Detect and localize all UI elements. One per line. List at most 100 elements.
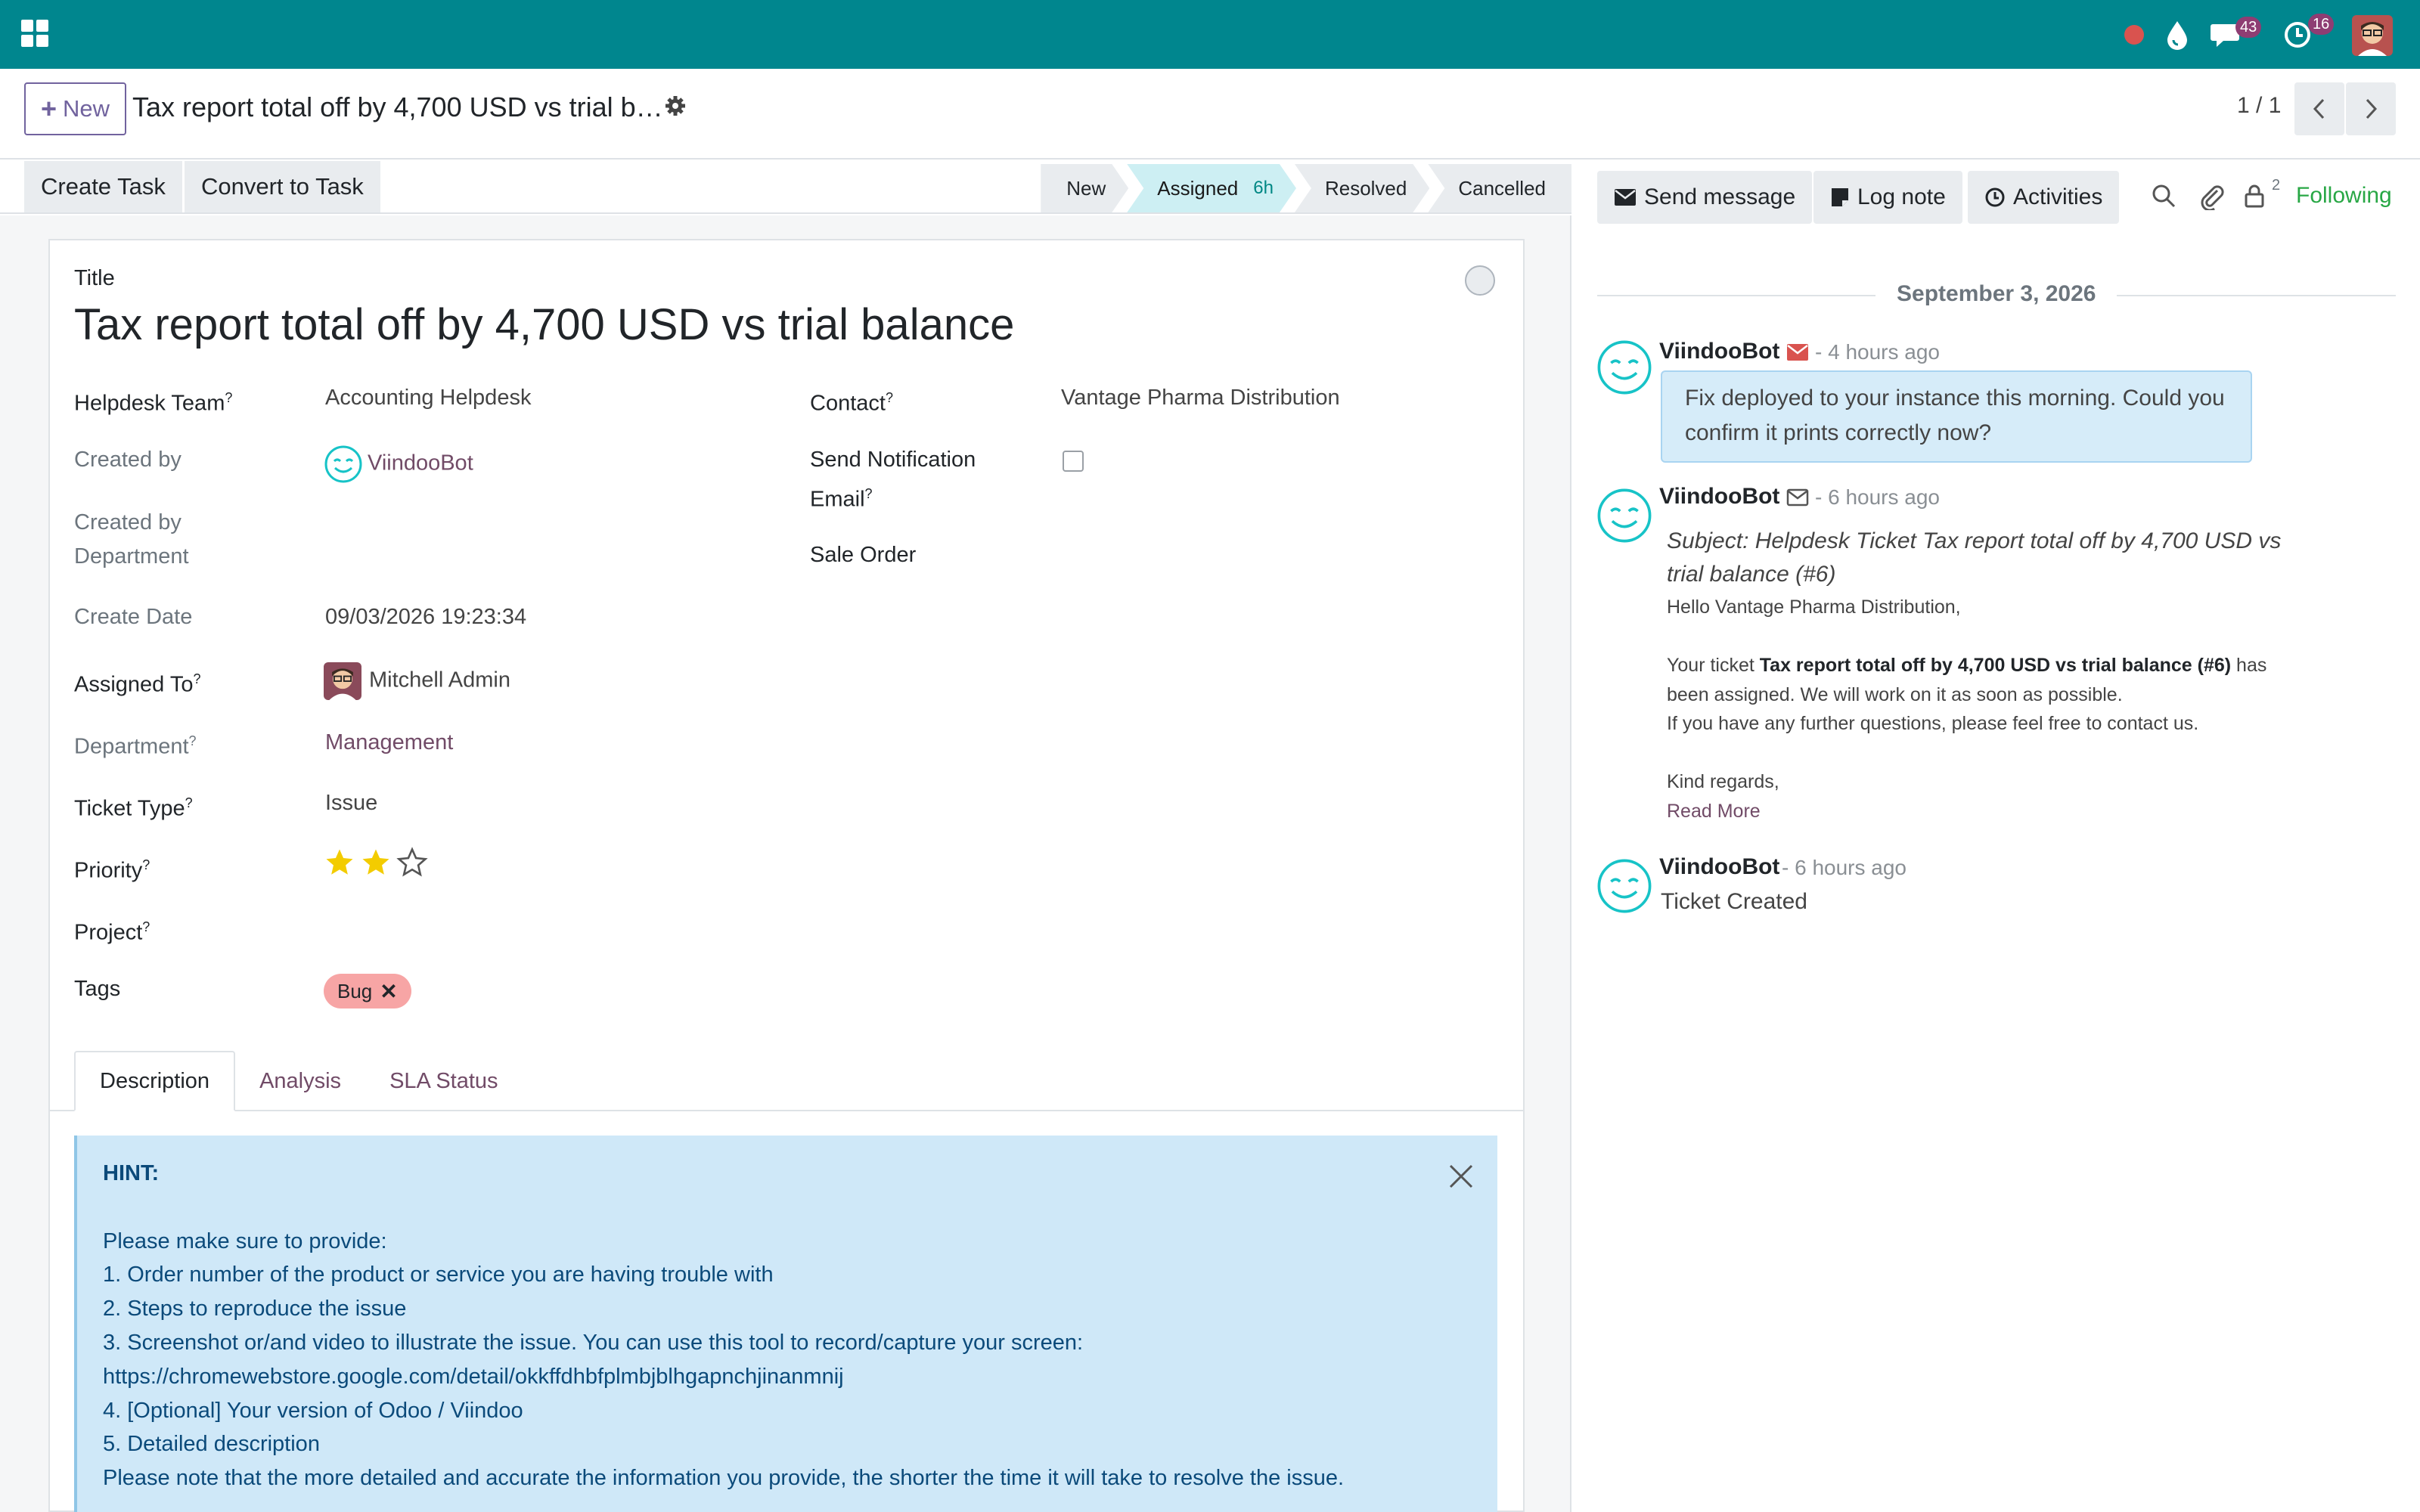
label-text: Department: [74, 734, 189, 759]
label-line: Created by: [74, 510, 182, 534]
tags-label: Tags: [74, 977, 121, 1001]
message-bubble: Fix deployed to your instance this morni…: [1661, 370, 2252, 463]
close-icon[interactable]: [1446, 1161, 1476, 1191]
plus-icon: +: [41, 93, 57, 124]
mail-line: been assigned. We will work on it as soo…: [1667, 683, 2123, 705]
stage-label: New: [1066, 176, 1106, 200]
chat-count-badge: 43: [2235, 17, 2262, 38]
department-label: Department?: [74, 724, 197, 764]
mail-line: Hello Vantage Pharma Distribution,: [1667, 596, 1961, 618]
help-tooltip-mark[interactable]: ?: [142, 919, 150, 934]
new-button-label: New: [63, 95, 110, 122]
contact-label: Contact?: [810, 381, 893, 421]
viindoobot-avatar-icon[interactable]: [1596, 339, 1653, 396]
viindoobot-avatar-icon: [324, 445, 362, 483]
clock-icon: [1985, 187, 2005, 207]
hint-box[interactable]: HINT: Please make sure to provide: 1. Or…: [74, 1136, 1497, 1512]
send-message-button[interactable]: Send message: [1597, 171, 1813, 224]
priority-stars[interactable]: [324, 847, 428, 878]
mail-body: Hello Vantage Pharma Distribution, Your …: [1667, 593, 2272, 826]
send-notification-checkbox[interactable]: [1063, 451, 1084, 472]
help-tooltip-mark[interactable]: ?: [189, 733, 197, 748]
followers-count: 2: [2272, 177, 2281, 194]
apps-menu-icon[interactable]: [21, 20, 48, 47]
star-empty-icon[interactable]: [396, 847, 428, 878]
hint-title: HINT:: [103, 1161, 160, 1185]
pager-next-button[interactable]: [2346, 82, 2396, 135]
assigned-to-name: Mitchell Admin: [369, 668, 510, 692]
stage-duration: 6h: [1253, 178, 1274, 198]
assigned-to-field[interactable]: Mitchell Admin: [324, 662, 510, 700]
stage-resolved[interactable]: Resolved: [1295, 164, 1429, 212]
ticket-type-label: Ticket Type?: [74, 786, 193, 826]
read-more-link[interactable]: Read More: [1667, 797, 2272, 826]
activities-menu[interactable]: 16: [2282, 14, 2343, 53]
mail-subject: Subject: Helpdesk Ticket Tax report tota…: [1667, 525, 2317, 591]
send-message-label: Send message: [1644, 184, 1796, 209]
log-note-label: Log note: [1857, 184, 1946, 209]
search-icon[interactable]: [2151, 183, 2176, 209]
help-tooltip-mark[interactable]: ?: [865, 486, 873, 501]
envelope-icon: [1615, 189, 1636, 206]
viindoobot-avatar-icon[interactable]: [1596, 487, 1653, 544]
help-tooltip-mark[interactable]: ?: [886, 390, 893, 405]
ticket-title-field[interactable]: Tax report total off by 4,700 USD vs tri…: [74, 299, 1014, 350]
hint-line: 4. [Optional] Your version of Odoo / Vii…: [103, 1398, 523, 1423]
pager-value[interactable]: 1 / 1: [2237, 93, 2281, 119]
tab-analysis[interactable]: Analysis: [235, 1051, 365, 1111]
star-filled-icon[interactable]: [360, 847, 392, 878]
help-tooltip-mark[interactable]: ?: [225, 390, 232, 405]
help-tooltip-mark[interactable]: ?: [193, 671, 200, 686]
message-author[interactable]: ViindooBot: [1659, 339, 1779, 364]
tag-remove-icon[interactable]: ✕: [380, 979, 397, 1004]
messages-menu[interactable]: 43: [2210, 17, 2270, 54]
drop-icon[interactable]: [2164, 18, 2190, 51]
gear-icon[interactable]: [664, 94, 687, 117]
message-text: Ticket Created: [1661, 889, 1807, 914]
create-task-button[interactable]: Create Task: [24, 161, 182, 212]
help-tooltip-mark[interactable]: ?: [185, 795, 193, 810]
created-by-field[interactable]: ViindooBot: [324, 445, 473, 484]
label-text: Priority: [74, 858, 143, 883]
date-separator-label: September 3, 2026: [1876, 281, 2118, 307]
create-date-field: 09/03/2026 19:23:34: [325, 605, 527, 629]
star-filled-icon[interactable]: [324, 847, 355, 878]
tab-description[interactable]: Description: [74, 1051, 236, 1111]
stage-assigned[interactable]: Assigned 6h: [1127, 164, 1296, 212]
hint-line: Please note that the more detailed and a…: [103, 1466, 1345, 1491]
recording-dot-icon[interactable]: [2122, 23, 2146, 56]
tab-sla-status[interactable]: SLA Status: [365, 1051, 523, 1111]
new-button[interactable]: + New: [24, 82, 127, 135]
viindoobot-avatar-icon[interactable]: [1596, 857, 1653, 915]
created-by-label: Created by: [74, 448, 182, 472]
mail-line: If you have any further questions, pleas…: [1667, 713, 2199, 734]
activities-label: Activities: [2013, 184, 2103, 209]
lock-icon[interactable]: [2243, 183, 2266, 209]
activities-button[interactable]: Activities: [1968, 171, 2120, 224]
envelope-outline-icon: [1786, 488, 1809, 507]
hint-line: 5. Detailed description: [103, 1432, 320, 1457]
log-note-button[interactable]: Log note: [1813, 171, 1962, 224]
paperclip-icon[interactable]: [2199, 183, 2225, 210]
contact-field[interactable]: Vantage Pharma Distribution: [1061, 381, 1340, 415]
helpdesk-team-field[interactable]: Accounting Helpdesk: [325, 381, 531, 415]
department-field[interactable]: Management: [325, 726, 453, 760]
activity-count-badge: 16: [2308, 14, 2335, 35]
user-avatar[interactable]: [2352, 15, 2393, 56]
stage-new[interactable]: New: [1041, 164, 1128, 212]
message-time: - 6 hours ago: [1815, 485, 1940, 509]
label-line: Email: [810, 487, 865, 512]
hint-line: 1. Order number of the product or servic…: [103, 1263, 774, 1287]
create-date-label: Create Date: [74, 605, 193, 629]
pager-previous-button[interactable]: [2294, 82, 2344, 135]
ticket-type-field[interactable]: Issue: [325, 786, 377, 820]
stage-cancelled[interactable]: Cancelled: [1428, 164, 1571, 212]
convert-to-task-button[interactable]: Convert to Task: [185, 161, 380, 212]
message-author[interactable]: ViindooBot: [1659, 484, 1779, 510]
help-tooltip-mark[interactable]: ?: [142, 857, 150, 872]
message-author[interactable]: ViindooBot: [1659, 854, 1779, 880]
top-navbar: 43 16: [0, 0, 2420, 69]
kanban-state-toggle[interactable]: [1465, 265, 1495, 296]
following-button[interactable]: Following: [2296, 183, 2392, 209]
stage-label: Cancelled: [1458, 176, 1546, 200]
